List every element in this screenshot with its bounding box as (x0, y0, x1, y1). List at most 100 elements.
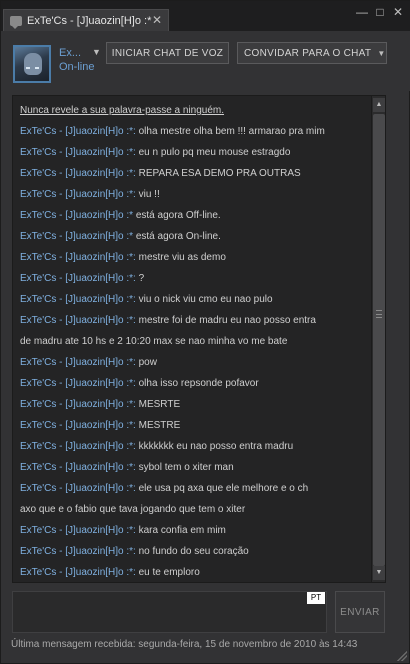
message-sender[interactable]: ExTe'Cs - [J]uaozin[H]o :*: (20, 189, 136, 200)
scrollbar-thumb[interactable] (373, 114, 385, 566)
chat-message: ExTe'Cs - [J]uaozin[H]o :*: kara confia … (20, 520, 368, 541)
resize-grip-icon[interactable] (397, 651, 407, 661)
message-text: eu te emploro (135, 567, 200, 578)
friend-status: On-line (59, 61, 95, 73)
message-text: ? (135, 273, 145, 284)
title-bar: ExTe'Cs - [J]uaozin[H]o :* ✕ — □ ✕ (1, 1, 410, 31)
invite-to-chat-button[interactable]: CONVIDAR PARA O CHAT ▼ (237, 42, 387, 64)
message-text: ele usa pq axa que ele melhore e o ch (135, 483, 309, 494)
friend-menu-chevron-icon[interactable]: ▼ (92, 47, 101, 57)
tab-close-icon[interactable]: ✕ (152, 13, 162, 27)
message-sender[interactable]: ExTe'Cs - [J]uaozin[H]o :*: (20, 525, 136, 536)
avatar-eye (26, 67, 30, 69)
message-text: está agora On-line. (133, 231, 221, 242)
avatar-eye (35, 67, 39, 69)
message-sender[interactable]: ExTe'Cs - [J]uaozin[H]o :*: (20, 441, 136, 452)
chat-tab[interactable]: ExTe'Cs - [J]uaozin[H]o :* ✕ (3, 9, 169, 31)
chat-message: ExTe'Cs - [J]uaozin[H]o :*: viu !! (20, 184, 368, 205)
chat-message: ExTe'Cs - [J]uaozin[H]o :*: sybol tem o … (20, 457, 368, 478)
chat-history[interactable]: Nunca revele a sua palavra-passe a ningu… (12, 95, 386, 583)
message-text: olha mestre olha bem !!! armarao pra mim (135, 126, 325, 137)
chat-message: ExTe'Cs - [J]uaozin[H]o :*: eu n pulo pq… (20, 142, 368, 163)
avatar[interactable] (13, 45, 51, 83)
chat-message: ExTe'Cs - [J]uaozin[H]o :*: olha mestre … (20, 121, 368, 142)
message-sender[interactable]: ExTe'Cs - [J]uaozin[H]o :*: (20, 462, 136, 473)
chat-message: ExTe'Cs - [J]uaozin[H]o :*: mestre viu a… (20, 247, 368, 268)
chat-header: Ex... ▼ On-line INICIAR CHAT DE VOZ CONV… (1, 31, 410, 91)
message-text: axo que e o fabio que tava jogando que t… (20, 504, 246, 515)
message-sender[interactable]: ExTe'Cs - [J]uaozin[H]o :*: (20, 252, 136, 263)
chat-message: de madru ate 10 hs e 2 10:20 max se nao … (20, 331, 368, 352)
chat-message: axo que e o fabio que tava jogando que t… (20, 499, 368, 520)
send-label: ENVIAR (340, 606, 380, 618)
message-sender[interactable]: ExTe'Cs - [J]uaozin[H]o :*: (20, 126, 136, 137)
message-sender[interactable]: ExTe'Cs - [J]uaozin[H]o :*: (20, 294, 136, 305)
message-text: REPARA ESA DEMO PRA OUTRAS (135, 168, 301, 179)
chat-message: ExTe'Cs - [J]uaozin[H]o :*: no fundo do … (20, 541, 368, 562)
maximize-button[interactable]: □ (371, 5, 389, 21)
message-sender[interactable]: ExTe'Cs - [J]uaozin[H]o :* (20, 210, 133, 221)
chevron-down-icon: ▼ (377, 48, 386, 58)
chat-lines: Nunca revele a sua palavra-passe a ningu… (20, 100, 368, 582)
message-text: viu o nick viu cmo eu nao pulo (135, 294, 273, 305)
chat-scrollbar[interactable]: ▲ ▼ (371, 96, 385, 582)
chat-message: ExTe'Cs - [J]uaozin[H]o :*: MESTRE (20, 415, 368, 436)
message-text: MESTRE (135, 420, 181, 431)
chat-message: ExTe'Cs - [J]uaozin[H]o :*: ele usa pq a… (20, 478, 368, 499)
chat-message: ExTe'Cs - [J]uaozin[H]o :*: MESRTE (20, 394, 368, 415)
message-text: kkkkkkk eu nao posso entra madru (135, 441, 294, 452)
avatar-face (24, 53, 42, 75)
language-badge: PT (307, 592, 325, 604)
message-sender[interactable]: ExTe'Cs - [J]uaozin[H]o :*: (20, 315, 136, 326)
chat-message: ExTe'Cs - [J]uaozin[H]o :*: pow (20, 352, 368, 373)
scroll-down-arrow-icon[interactable]: ▼ (373, 566, 385, 580)
chat-window: ExTe'Cs - [J]uaozin[H]o :* ✕ — □ ✕ Ex...… (0, 0, 410, 664)
message-text: eu n pulo pq meu mouse estragdo (135, 147, 291, 158)
message-text: kara confia em mim (135, 525, 226, 536)
chat-bubble-icon (10, 15, 22, 29)
last-message-info: Última mensagem recebida: segunda-feira,… (11, 639, 358, 650)
chat-message: ExTe'Cs - [J]uaozin[H]o :*: eu te emplor… (20, 562, 368, 582)
chat-message: ExTe'Cs - [J]uaozin[H]o :*: REPARA ESA D… (20, 163, 368, 184)
message-sender[interactable]: ExTe'Cs - [J]uaozin[H]o :*: (20, 546, 136, 557)
message-text: de madru ate 10 hs e 2 10:20 max se nao … (20, 336, 288, 347)
chat-message: ExTe'Cs - [J]uaozin[H]o :*: viu o nick v… (20, 289, 368, 310)
scroll-up-arrow-icon[interactable]: ▲ (373, 98, 385, 112)
chat-message: ExTe'Cs - [J]uaozin[H]o :*: ? (20, 268, 368, 289)
message-sender[interactable]: ExTe'Cs - [J]uaozin[H]o :*: (20, 168, 136, 179)
message-text: mestre viu as demo (135, 252, 226, 263)
message-text: mestre foi de madru eu nao posso entra (135, 315, 316, 326)
close-button[interactable]: ✕ (389, 5, 407, 21)
chat-message: ExTe'Cs - [J]uaozin[H]o :*: olha isso re… (20, 373, 368, 394)
send-button[interactable]: ENVIAR (335, 591, 385, 633)
message-text: olha isso repsonde pofavor (135, 378, 259, 389)
message-sender[interactable]: ExTe'Cs - [J]uaozin[H]o :*: (20, 357, 136, 368)
message-text: MESRTE (135, 399, 181, 410)
start-voice-chat-label: INICIAR CHAT DE VOZ (111, 47, 224, 59)
message-sender[interactable]: ExTe'Cs - [J]uaozin[H]o :*: (20, 399, 136, 410)
security-warning: Nunca revele a sua palavra-passe a ningu… (20, 105, 225, 116)
invite-to-chat-label: CONVIDAR PARA O CHAT (244, 47, 372, 59)
message-sender[interactable]: ExTe'Cs - [J]uaozin[H]o :*: (20, 483, 136, 494)
chat-message: ExTe'Cs - [J]uaozin[H]o :* está agora Of… (20, 205, 368, 226)
message-sender[interactable]: ExTe'Cs - [J]uaozin[H]o :*: (20, 273, 136, 284)
tab-title: ExTe'Cs - [J]uaozin[H]o :* (27, 14, 152, 27)
minimize-button[interactable]: — (353, 5, 371, 21)
message-sender[interactable]: ExTe'Cs - [J]uaozin[H]o :*: (20, 567, 136, 578)
grip-icon (376, 310, 382, 318)
message-sender[interactable]: ExTe'Cs - [J]uaozin[H]o :*: (20, 147, 136, 158)
message-input[interactable] (12, 591, 327, 633)
message-text: sybol tem o xiter man (135, 462, 234, 473)
friend-name[interactable]: Ex... (59, 47, 81, 59)
window-controls: — □ ✕ (353, 5, 407, 21)
message-sender[interactable]: ExTe'Cs - [J]uaozin[H]o :*: (20, 420, 136, 431)
chat-message: ExTe'Cs - [J]uaozin[H]o :*: kkkkkkk eu n… (20, 436, 368, 457)
message-sender[interactable]: ExTe'Cs - [J]uaozin[H]o :*: (20, 378, 136, 389)
message-text: no fundo do seu coração (135, 546, 249, 557)
message-text: pow (135, 357, 157, 368)
start-voice-chat-button[interactable]: INICIAR CHAT DE VOZ (106, 42, 229, 64)
message-sender[interactable]: ExTe'Cs - [J]uaozin[H]o :* (20, 231, 133, 242)
chat-message: ExTe'Cs - [J]uaozin[H]o :*: mestre foi d… (20, 310, 368, 331)
message-text: está agora Off-line. (133, 210, 221, 221)
chat-message: ExTe'Cs - [J]uaozin[H]o :* está agora On… (20, 226, 368, 247)
